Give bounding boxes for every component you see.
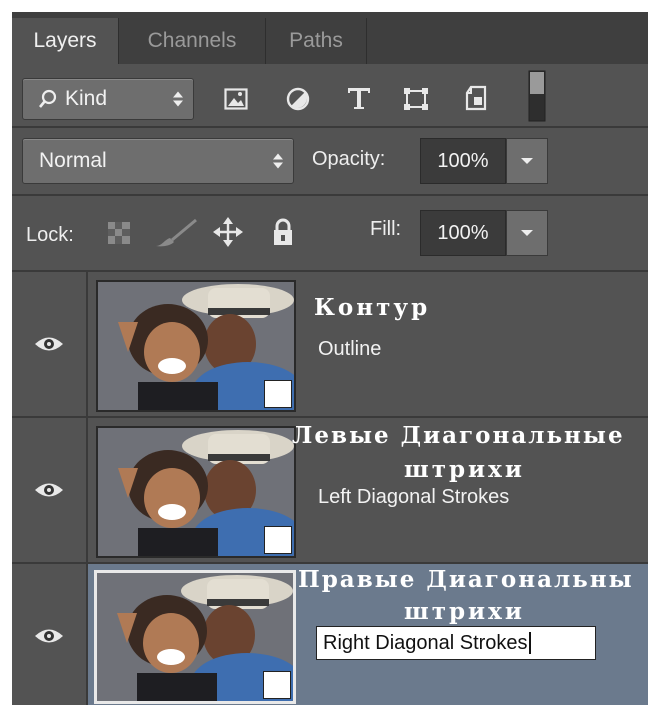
dropdown-arrows-icon <box>173 91 183 107</box>
eye-icon <box>35 629 63 643</box>
search-icon <box>39 89 57 108</box>
layer-thumbnail <box>96 426 296 558</box>
layer-row-right-diagonal-strokes[interactable]: Правые Диагональны штрихи Right Diagonal… <box>12 562 648 705</box>
divider <box>12 194 648 196</box>
smart-object-badge-icon <box>263 671 291 699</box>
lock-all-icon[interactable] <box>268 214 298 250</box>
layers-panel: Layers Channels Paths Kind Normal Opacit… <box>12 12 648 705</box>
layer-name-ru-line2: штрихи <box>404 456 525 483</box>
tab-label: Paths <box>289 29 343 52</box>
layer-name-edit-value: Right Diagonal Strokes <box>323 631 528 654</box>
layer-thumbnail <box>96 280 296 412</box>
text-caret <box>528 632 531 654</box>
chevron-down-icon <box>521 158 533 164</box>
dropdown-arrows-icon <box>273 153 283 169</box>
blend-mode-dropdown[interactable]: Normal <box>22 138 294 184</box>
visibility-toggle[interactable] <box>12 564 88 705</box>
panel-tab-bar: Layers Channels Paths <box>12 12 648 64</box>
visibility-toggle[interactable] <box>12 418 88 562</box>
layer-name-ru: Левые Диагональные <box>292 422 625 449</box>
lock-label: Lock: <box>26 224 74 246</box>
tab-paths[interactable]: Paths <box>266 18 367 64</box>
fill-input[interactable]: 100% <box>420 210 506 256</box>
chevron-down-icon <box>521 230 533 236</box>
lock-position-icon[interactable] <box>210 214 246 250</box>
filter-toggle-icon[interactable] <box>526 68 548 124</box>
lock-image-icon[interactable] <box>152 216 200 250</box>
fill-dropdown-button[interactable] <box>506 210 548 256</box>
layer-row-left-diagonal-strokes[interactable]: Левые Диагональные штрихи Left Diagonal … <box>12 416 648 562</box>
blend-mode-value: Normal <box>39 149 107 172</box>
layer-row-outline[interactable]: Контур Outline <box>12 270 648 416</box>
layer-thumbnail <box>94 570 296 704</box>
filter-kind-dropdown[interactable]: Kind <box>22 78 194 120</box>
eye-icon <box>35 337 63 351</box>
smart-object-badge-icon <box>264 380 292 408</box>
opacity-dropdown-button[interactable] <box>506 138 548 184</box>
image-filter-icon[interactable] <box>220 84 252 114</box>
visibility-toggle[interactable] <box>12 272 88 416</box>
smart-object-filter-icon[interactable] <box>460 82 492 114</box>
filter-kind-label: Kind <box>65 87 108 110</box>
divider <box>12 126 648 128</box>
layer-name-ru-line2: штрихи <box>404 598 525 625</box>
layer-name-ru: Контур <box>314 294 431 321</box>
smart-object-badge-icon <box>264 526 292 554</box>
tab-label: Channels <box>147 29 237 52</box>
lock-transparent-icon[interactable] <box>104 218 134 248</box>
layer-name-edit-field[interactable]: Right Diagonal Strokes <box>316 626 596 660</box>
shape-filter-icon[interactable] <box>400 84 432 114</box>
layer-name-ru: Правые Диагональны <box>298 566 634 593</box>
fill-label: Fill: <box>370 218 402 240</box>
eye-icon <box>35 483 63 497</box>
type-filter-icon[interactable] <box>342 82 376 114</box>
tab-label: Layers <box>33 29 97 52</box>
layer-name[interactable]: Left Diagonal Strokes <box>318 486 509 509</box>
tab-channels[interactable]: Channels <box>119 18 266 64</box>
opacity-input[interactable]: 100% <box>420 138 506 184</box>
adjustment-filter-icon[interactable] <box>282 84 314 114</box>
tab-layers[interactable]: Layers <box>12 18 119 64</box>
layer-name[interactable]: Outline <box>318 338 381 361</box>
opacity-label: Opacity: <box>312 148 386 170</box>
